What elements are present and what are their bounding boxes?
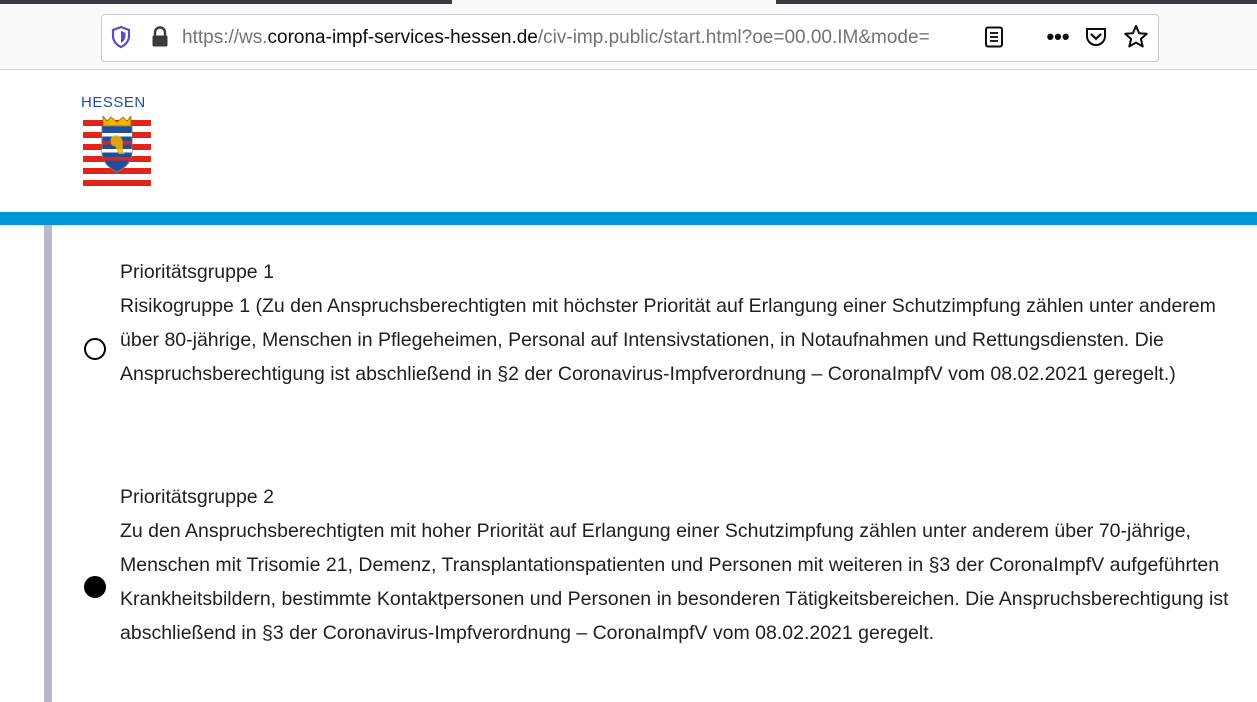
page-actions-more-icon[interactable]: •••	[1041, 26, 1075, 48]
tab-strip-left	[0, 0, 452, 4]
url-prefix: https://ws.	[182, 27, 268, 48]
content-left-rule	[44, 225, 52, 702]
url-path: /civ-imp.public/start.html?oe=00.00.IM&m…	[537, 27, 930, 48]
page-header	[0, 71, 1257, 212]
url-text[interactable]: https://ws.corona-impf-services-hessen.d…	[182, 26, 978, 50]
priority-group-2-text[interactable]: Prioritätsgruppe 2 Zu den Anspruchsberec…	[120, 480, 1240, 650]
tracking-protection-shield-icon[interactable]	[110, 25, 132, 49]
header-accent-bar	[0, 212, 1257, 225]
reader-view-icon[interactable]	[983, 25, 1005, 49]
pocket-icon[interactable]	[1084, 25, 1108, 49]
priority-group-2-radio[interactable]	[84, 576, 106, 598]
lock-icon[interactable]	[150, 25, 170, 49]
hessen-coat-of-arms-icon[interactable]	[83, 116, 151, 188]
url-host: corona-impf-services-hessen.de	[267, 27, 538, 48]
brand-text: HESSEN	[81, 94, 146, 111]
url-fade	[946, 18, 982, 58]
tab-strip-right	[776, 0, 1257, 4]
bookmark-star-icon[interactable]	[1122, 23, 1150, 51]
priority-group-1-text[interactable]: Prioritätsgruppe 1 Risikogruppe 1 (Zu de…	[120, 255, 1240, 391]
priority-group-1-radio[interactable]	[84, 338, 106, 360]
active-tab-indicator	[452, 0, 776, 4]
priority-group-1-title: Prioritätsgruppe 1	[120, 261, 274, 283]
priority-group-2-title: Prioritätsgruppe 2	[120, 486, 274, 508]
priority-group-1-description: Risikogruppe 1 (Zu den Anspruchsberechti…	[120, 295, 1216, 385]
priority-group-2-description: Zu den Anspruchsberechtigten mit hoher P…	[120, 520, 1229, 644]
